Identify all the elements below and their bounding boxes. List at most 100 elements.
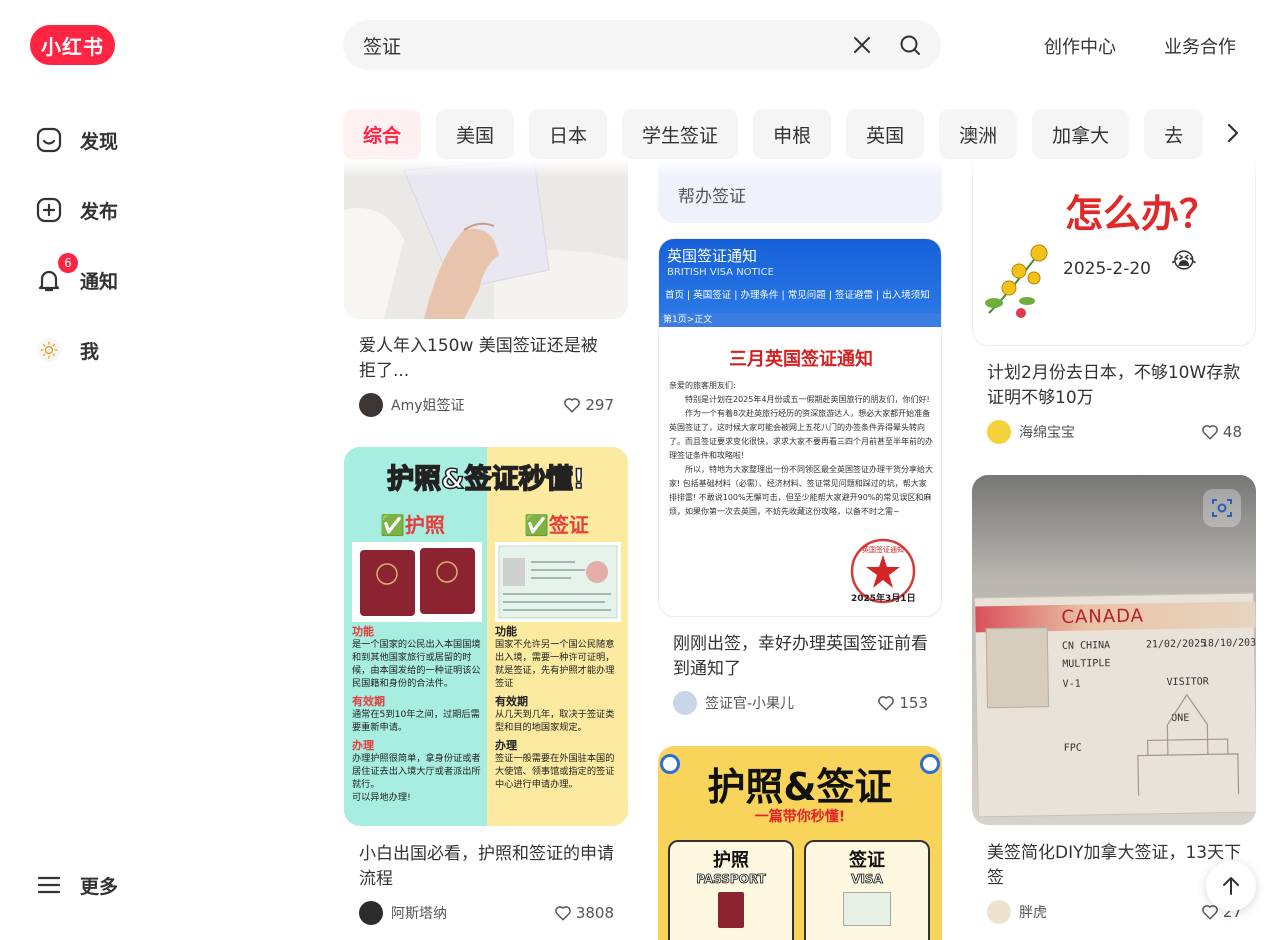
image-text: 所以，特地为大家整理出一份不同领区最全英国签证办理干货分享给大家! 包括基础材料…	[669, 465, 933, 516]
note-cover[interactable]: CANADA CN CHINA 21/02/2025 18/10/2034 MU…	[972, 475, 1256, 825]
image-text: 签证一般需要在外国驻本国的大使馆、领事馆或指定的签证中心进行申请办理。	[495, 753, 615, 790]
visa-field: MULTIPLE	[1062, 658, 1111, 670]
visa-field: V-1	[1062, 678, 1081, 690]
like-count: 297	[585, 396, 614, 414]
author-name[interactable]: Amy姐签证	[391, 395, 465, 415]
author-name[interactable]: 胖虎	[1019, 902, 1047, 922]
like-button[interactable]: 297	[563, 396, 614, 414]
image-text: 功能	[495, 625, 517, 638]
image-text: 有效期	[495, 695, 528, 708]
tab-canada[interactable]: 加拿大	[1032, 109, 1130, 159]
image-heading: 护照&签证秒懂!	[386, 463, 585, 496]
note-title[interactable]: 计划2月份去日本，不够10W存款证明不够10万	[987, 361, 1242, 411]
avatar-icon	[36, 337, 62, 363]
image-date: 2025-2-20	[1063, 259, 1151, 279]
note-cover[interactable]: 护照&签证秒懂! ✅护照 ✅签证 功能 是一个国家的公民出入本国国境和到其他国家…	[344, 447, 628, 826]
sidebar-item-publish[interactable]: 发布	[36, 190, 118, 230]
image-sub: BRITISH VISA NOTICE	[667, 267, 774, 278]
visa-field: FPC	[1063, 742, 1082, 754]
image-text: 可以异地办理!	[352, 792, 411, 803]
author-name[interactable]: 阿斯塔纳	[391, 903, 447, 923]
like-count: 153	[899, 694, 928, 712]
heart-icon	[564, 398, 581, 413]
image-breadcrumb: 第1页>正文	[659, 313, 941, 327]
like-count: 48	[1222, 423, 1242, 441]
search-icon[interactable]	[897, 32, 923, 58]
like-button[interactable]: 3808	[554, 904, 614, 922]
image-label: PASSPORT	[696, 872, 766, 887]
flower-icon	[985, 244, 1048, 318]
image-text: 国家不允许另一个国公民随意出入境，需要一种许可证明，就是签证，先有护照才能办理签…	[495, 639, 615, 689]
note-meta: Amy姐签证 297	[359, 393, 614, 417]
sidebar-item-notifications[interactable]: 6 通知	[36, 253, 119, 300]
note-title[interactable]: 刚刚出签，幸好办理英国签证前看到通知了	[673, 632, 928, 682]
image-text: 亲爱的旅客朋友们:	[669, 381, 736, 390]
like-button[interactable]: 153	[877, 694, 928, 712]
arrow-up-icon	[1223, 877, 1239, 895]
author-avatar[interactable]	[359, 901, 383, 925]
search-bar[interactable]	[343, 20, 941, 70]
author-avatar[interactable]	[987, 420, 1011, 444]
bell-icon: 6	[36, 253, 78, 293]
discover-icon	[36, 127, 62, 153]
close-icon[interactable]	[849, 32, 875, 58]
note-meta: 海绵宝宝 48	[987, 420, 1242, 444]
creator-center-link[interactable]: 创作中心	[1044, 33, 1116, 59]
sidebar-item-label: 更多	[80, 875, 119, 898]
image-text: 功能	[352, 625, 374, 638]
image-label: ✅护照	[380, 513, 445, 537]
sidebar-item-more[interactable]: 更多	[36, 865, 118, 905]
tab-all[interactable]: 综合	[343, 109, 422, 159]
sidebar-item-label: 我	[80, 340, 100, 363]
scan-icon[interactable]	[1203, 489, 1241, 527]
business-link[interactable]: 业务合作	[1164, 33, 1236, 59]
image-date: 2025年3月1日	[851, 594, 916, 604]
sidebar-item-label: 发现	[80, 130, 119, 153]
filter-tabs: 综合 美国 日本 学生签证 申根 英国 澳洲 加拿大 去	[343, 109, 1223, 159]
image-text: 特别是计划在2025年4月份或五一假期赴英国旅行的朋友们，你们好!	[685, 395, 930, 404]
note-cover[interactable]: 英国签证通知 BRITISH VISA NOTICE 首页 | 英国签证 | 办…	[658, 238, 942, 617]
like-button[interactable]: 48	[1201, 423, 1242, 441]
tab-japan[interactable]: 日本	[529, 109, 608, 159]
sidebar-item-me[interactable]: 我	[36, 330, 99, 370]
menu-icon	[36, 872, 62, 898]
logo[interactable]: 小红书	[30, 25, 115, 65]
note-title[interactable]: 小白出国必看，护照和签证的申请流程	[359, 842, 614, 892]
author-avatar[interactable]	[359, 393, 383, 417]
image-text: 从几天到几年，取决于签证类型和目的地国家规定。	[495, 709, 615, 733]
visa-country: CANADA	[1061, 605, 1145, 628]
back-to-top-button[interactable]	[1206, 861, 1256, 911]
image-text: 作为一个有着8次赴英旅行经历的资深旅游达人，想必大家都开始准备英国签证了，这时候…	[669, 409, 933, 460]
author-name[interactable]: 海绵宝宝	[1019, 422, 1075, 442]
tab-uk[interactable]: 英国	[846, 109, 925, 159]
search-input[interactable]	[363, 34, 827, 56]
visa-field: CN CHINA	[1061, 640, 1111, 652]
tab-more[interactable]: 去	[1144, 109, 1204, 159]
author-avatar[interactable]	[673, 691, 697, 715]
note-meta: 胖虎 27	[987, 900, 1242, 924]
visa-field: 18/10/2034	[1201, 637, 1256, 650]
heart-icon	[1202, 425, 1218, 440]
image-header: 英国签证通知	[667, 247, 758, 265]
tab-schengen[interactable]: 申根	[753, 109, 832, 159]
image-sub: 一篇带你秒懂!	[754, 809, 846, 825]
sidebar-item-discover[interactable]: 发现	[36, 120, 118, 160]
image-label: ✅签证	[524, 513, 589, 537]
like-count: 3808	[575, 904, 614, 922]
image-label: VISA	[851, 872, 883, 887]
author-name[interactable]: 签证官-小果儿	[705, 693, 794, 713]
note-meta: 签证官-小果儿 153	[673, 691, 928, 715]
note-title[interactable]: 爱人年入150w 美国签证还是被拒了...	[359, 334, 614, 384]
note-cover[interactable]: 护照&签证 一篇带你秒懂! 护照 PASSPORT 签证 VISA	[658, 746, 942, 940]
image-label: 护照	[713, 850, 749, 871]
image-text: 办理	[352, 739, 374, 752]
tab-australia[interactable]: 澳洲	[939, 109, 1018, 159]
image-nav: 首页 | 英国签证 | 办理条件 | 常见问题 | 签证避雷 | 出入境须知	[665, 290, 930, 301]
tab-student-visa[interactable]: 学生签证	[622, 109, 739, 159]
author-avatar[interactable]	[987, 900, 1011, 924]
chevron-right-icon[interactable]	[1218, 118, 1248, 148]
note-cover[interactable]: 怎么办？ 2025-2-20 😭	[972, 150, 1256, 346]
note-title[interactable]: 美签简化DIY加拿大签证，13天下签	[987, 841, 1242, 891]
tab-usa[interactable]: 美国	[436, 109, 515, 159]
sidebar-item-label: 通知	[80, 270, 119, 293]
